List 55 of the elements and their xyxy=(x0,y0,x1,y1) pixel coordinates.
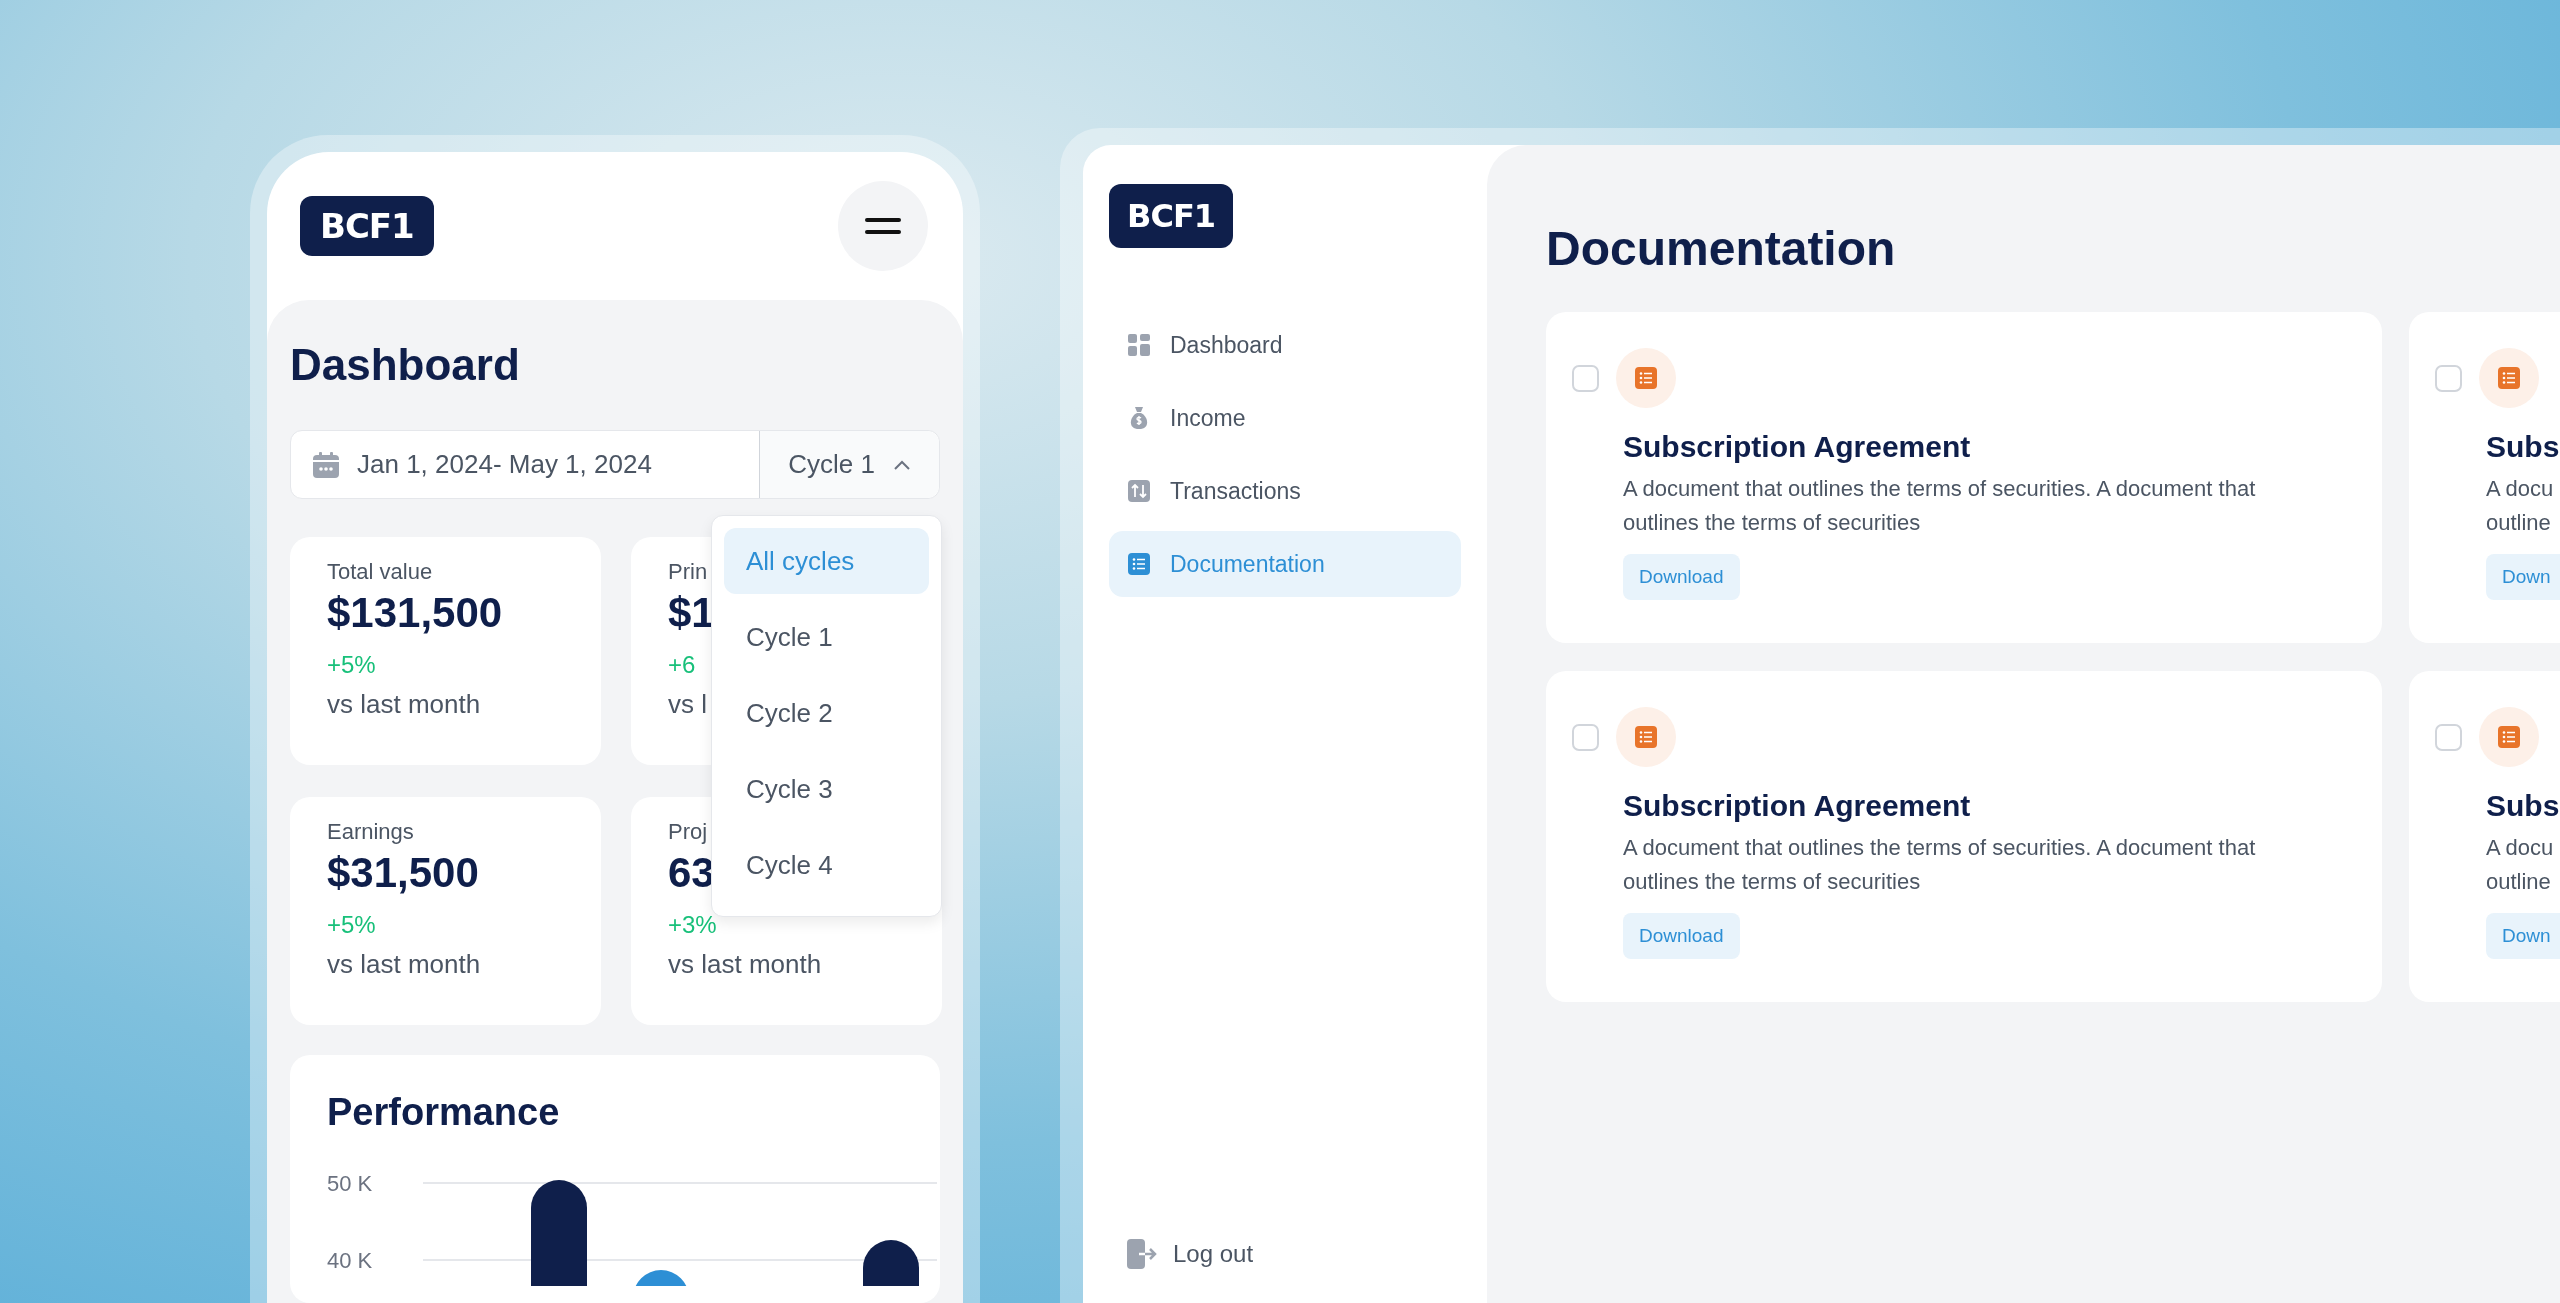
document-icon xyxy=(2479,707,2539,767)
nav-item[interactable]: Dashboard xyxy=(1109,312,1461,378)
stat-note: vs last month xyxy=(327,689,481,720)
stat-change: +3% xyxy=(668,911,717,939)
stat-value: $31,500 xyxy=(327,849,479,897)
menu-icon xyxy=(865,218,901,234)
document-icon xyxy=(1616,348,1676,408)
stat-change: +6 xyxy=(668,651,696,679)
stat-change: +5% xyxy=(327,651,376,679)
document-title: Subs xyxy=(2486,430,2560,464)
stat-label: Prin xyxy=(668,559,708,585)
logo: BCF1 xyxy=(300,196,434,256)
logout-link[interactable]: Log out xyxy=(1109,1239,1461,1269)
document-title: Subs xyxy=(2486,789,2560,823)
stat-change: +5% xyxy=(327,911,376,939)
dropdown-option[interactable]: Cycle 3 xyxy=(724,756,929,822)
checkbox[interactable] xyxy=(1572,364,1599,392)
card-title: Performance xyxy=(327,1091,561,1134)
document-title: Subscription Agreement xyxy=(1623,430,1971,464)
nav-item[interactable]: Income xyxy=(1109,385,1461,451)
stat-note: vs last month xyxy=(327,949,481,980)
dropdown-option[interactable]: Cycle 4 xyxy=(724,832,929,898)
chart-bar xyxy=(863,1240,919,1286)
stat-label: Earnings xyxy=(327,819,414,845)
document-description: A docu outline xyxy=(2486,834,2555,896)
checkbox[interactable] xyxy=(2435,364,2462,392)
stat-note: vs l xyxy=(668,689,707,720)
dropdown-option[interactable]: Cycle 1 xyxy=(724,604,929,670)
stat-value: 63 xyxy=(668,849,715,897)
stat-label: Total value xyxy=(327,559,433,585)
axis-tick-label: 50 K xyxy=(327,1171,373,1196)
money-bag-icon xyxy=(1128,406,1150,430)
document-description: A docu outline xyxy=(2486,475,2555,537)
transfer-arrows-icon xyxy=(1128,480,1150,502)
page-title: Documentation xyxy=(1546,221,1897,276)
logout-icon xyxy=(1127,1239,1157,1269)
chart-bar xyxy=(633,1270,689,1286)
document-description: A document that outlines the terms of securities. A document that outlines the terms of securities xyxy=(1623,834,2257,896)
logo: BCF1 xyxy=(1109,184,1233,248)
grid-icon xyxy=(1128,334,1150,356)
document-icon xyxy=(1616,707,1676,767)
list-icon xyxy=(1128,553,1150,575)
dropdown-option[interactable]: Cycle 2 xyxy=(724,680,929,746)
stat-value: $131,500 xyxy=(327,589,503,637)
stat-note: vs last month xyxy=(668,949,822,980)
axis-tick-label: 40 K xyxy=(327,1248,373,1273)
document-icon xyxy=(2479,348,2539,408)
checkbox[interactable] xyxy=(2435,723,2462,751)
document-description: A document that outlines the terms of securities. A document that outlines the terms of securities xyxy=(1623,475,2257,537)
document-title: Subscription Agreement xyxy=(1623,789,1971,823)
stat-label: Proj xyxy=(668,819,708,845)
nav-item[interactable]: Transactions xyxy=(1109,458,1461,524)
page-title: Dashboard xyxy=(290,340,521,390)
checkbox[interactable] xyxy=(1572,723,1599,751)
stat-value: $1 xyxy=(668,589,715,637)
